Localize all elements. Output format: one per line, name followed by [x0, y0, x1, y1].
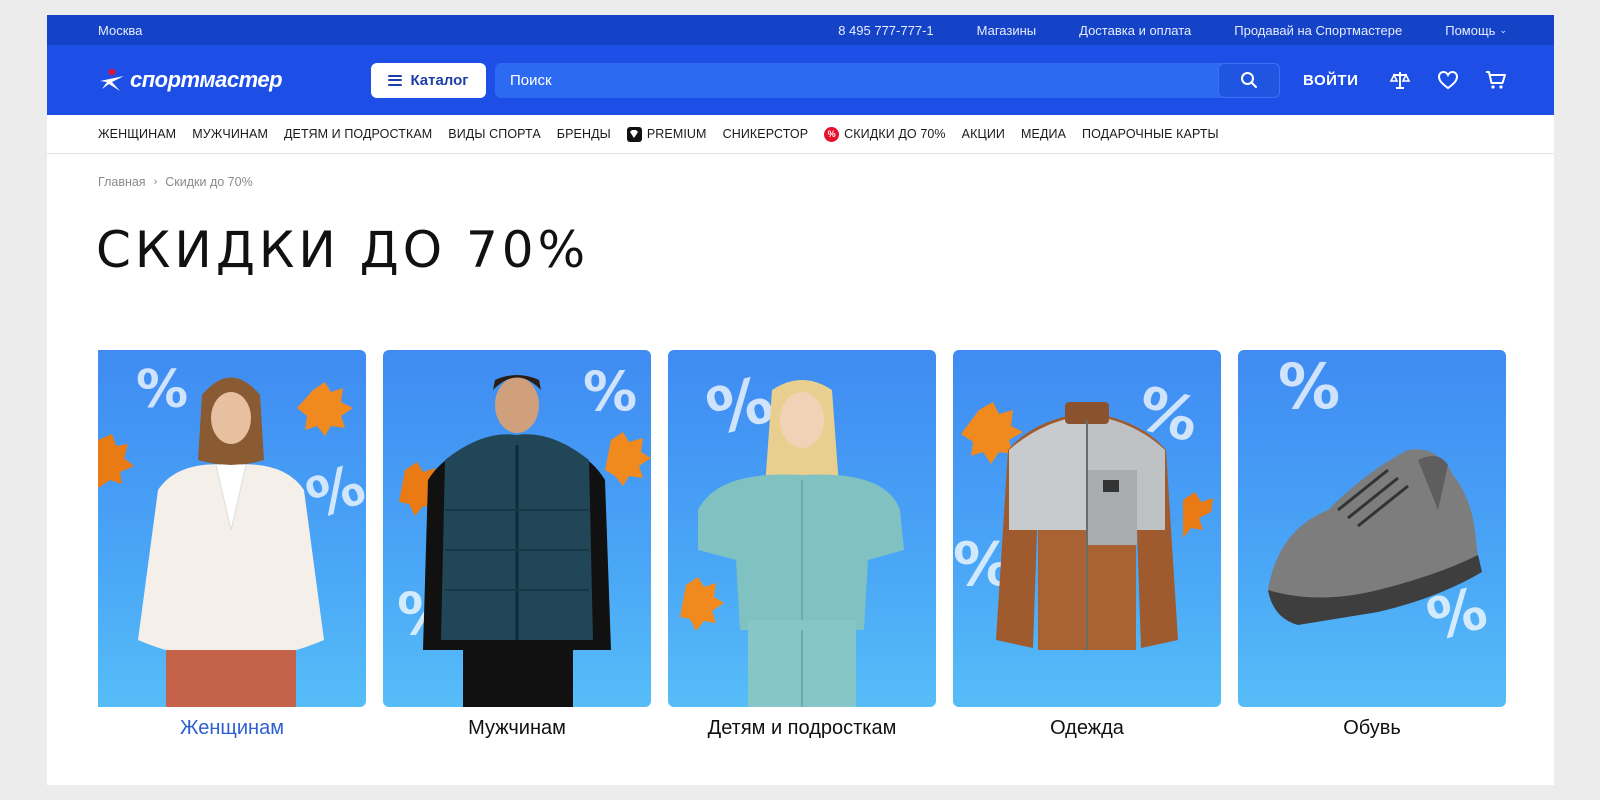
nav-item-promos[interactable]: АКЦИИ [962, 127, 1005, 141]
catalog-label: Каталог [410, 71, 469, 89]
menu-icon [388, 74, 403, 86]
category-card-men[interactable]: % % Мужчинам [383, 350, 651, 740]
page-title: СКИДКИ ДО 70% [96, 221, 590, 279]
nav-item-media[interactable]: МЕДИА [1021, 127, 1066, 141]
logo-runner-icon [100, 68, 124, 91]
chevron-down-icon: ⌄ [1499, 24, 1507, 35]
logo[interactable]: спортмастер [98, 65, 291, 95]
breadcrumb: Главная › Скидки до 70% [98, 175, 253, 189]
category-label-shoes: Обувь [1343, 717, 1401, 739]
category-image-shoes: % % [1238, 350, 1506, 707]
category-label-women: Женщинам [180, 717, 284, 739]
category-label-men: Мужчинам [468, 717, 566, 739]
utility-links: 8 495 777-777-1 Магазины Доставка и опла… [795, 23, 1402, 38]
compare-icon[interactable] [1389, 69, 1411, 91]
breadcrumb-home[interactable]: Главная [98, 175, 146, 189]
logo-text: спортмастер [130, 67, 283, 92]
category-nav: ЖЕНЩИНАМ МУЖЧИНАМ ДЕТЯМ И ПОДРОСТКАМ ВИД… [47, 115, 1554, 154]
search-input[interactable] [495, 62, 1218, 98]
category-card-kids[interactable]: % Детям и подросткам [668, 350, 936, 740]
category-card-shoes[interactable]: % % Обувь [1238, 350, 1506, 740]
category-image-kids: % [668, 350, 936, 707]
sell-link[interactable]: Продавай на Спортмастере [1234, 23, 1402, 38]
help-menu[interactable]: Помощь ⌄ [1445, 23, 1507, 38]
nav-item-gift-cards[interactable]: ПОДАРОЧНЫЕ КАРТЫ [1082, 127, 1219, 141]
cart-icon[interactable] [1485, 70, 1507, 90]
nav-item-sale-label: СКИДКИ ДО 70% [844, 127, 946, 141]
catalog-button[interactable]: Каталог [371, 62, 486, 98]
percent-icon: % [824, 126, 840, 142]
main-header: спортмастер Каталог ВОЙТИ [47, 45, 1554, 115]
nav-item-premium-label: PREMIUM [646, 127, 707, 141]
category-card-clothing[interactable]: % % Одежда [953, 350, 1221, 740]
category-label-kids: Детям и подросткам [707, 717, 897, 739]
diamond-icon [626, 126, 642, 142]
search-button[interactable] [1218, 62, 1280, 98]
chevron-right-icon: › [153, 176, 158, 188]
city-selector[interactable]: Москва [98, 23, 795, 38]
category-cards: % % Женщинам % % [98, 350, 1506, 740]
breadcrumb-current: Скидки до 70% [165, 175, 253, 189]
nav-item-men[interactable]: МУЖЧИНАМ [192, 127, 268, 141]
nav-item-kids[interactable]: ДЕТЯМ И ПОДРОСТКАМ [284, 127, 432, 141]
delivery-link[interactable]: Доставка и оплата [1079, 23, 1191, 38]
search-bar [495, 62, 1280, 98]
search-icon [1241, 72, 1257, 88]
nav-item-brands[interactable]: БРЕНДЫ [557, 127, 611, 141]
nav-item-women[interactable]: ЖЕНЩИНАМ [98, 127, 176, 141]
category-image-men: % % [383, 350, 651, 707]
login-button[interactable]: ВОЙТИ [1303, 72, 1358, 89]
category-card-women[interactable]: % % Женщинам [98, 350, 366, 740]
nav-item-sports[interactable]: ВИДЫ СПОРТА [448, 127, 541, 141]
phone-link[interactable]: 8 495 777-777-1 [838, 23, 933, 38]
category-image-women: % % [98, 350, 366, 707]
nav-item-sale[interactable]: % СКИДКИ ДО 70% [824, 126, 946, 142]
top-utility-bar: Москва 8 495 777-777-1 Магазины Доставка… [47, 15, 1554, 45]
stores-link[interactable]: Магазины [977, 23, 1037, 38]
nav-item-premium[interactable]: PREMIUM [626, 126, 707, 142]
category-image-clothing: % % [953, 350, 1221, 707]
favorites-heart-icon[interactable] [1437, 70, 1459, 90]
header-icons [1389, 69, 1507, 91]
nav-item-sneakerstore[interactable]: СНИКЕРСТОР [723, 127, 809, 141]
category-label-clothing: Одежда [1050, 717, 1124, 739]
help-label: Помощь [1445, 22, 1496, 38]
page: Москва 8 495 777-777-1 Магазины Доставка… [47, 15, 1554, 785]
